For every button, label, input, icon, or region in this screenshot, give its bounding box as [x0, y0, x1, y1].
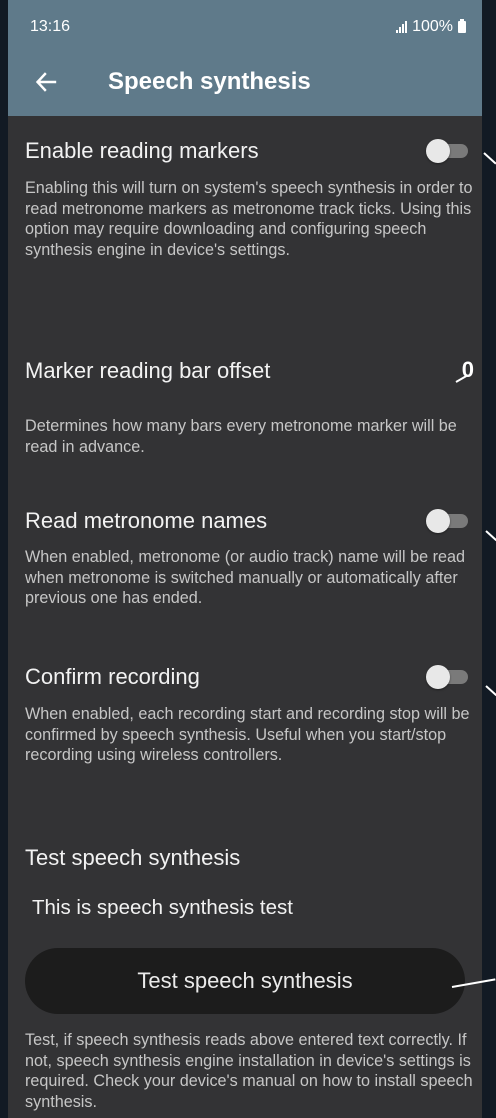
battery-percent: 100%: [412, 18, 453, 35]
battery-icon: [458, 19, 466, 33]
marker-reading-bar-offset-title: Marker reading bar offset: [25, 358, 271, 383]
arrow-left-icon: [35, 72, 57, 92]
status-time: 13:16: [30, 18, 71, 35]
settings-list: Enable reading markers Enabling this wil…: [8, 116, 482, 1118]
enable-reading-markers-description: Enabling this will turn on system's spee…: [25, 179, 473, 259]
confirm-recording-switch[interactable]: [426, 664, 472, 689]
read-metronome-names-description: When enabled, metronome (or audio track)…: [25, 548, 465, 607]
page-title: Speech synthesis: [108, 68, 311, 95]
speech-test-input[interactable]: [32, 896, 462, 920]
enable-reading-markers-title: Enable reading markers: [25, 138, 259, 163]
app-bar: Speech synthesis: [8, 48, 482, 116]
test-speech-synthesis-description: Test, if speech synthesis reads above en…: [25, 1031, 473, 1111]
signal-icon: [396, 21, 408, 33]
read-metronome-names-switch[interactable]: [426, 508, 472, 533]
enable-reading-markers-switch[interactable]: [426, 138, 472, 163]
back-button[interactable]: [26, 62, 66, 102]
app-screen: 13:16 100% Speech synthesis Enable readi…: [8, 0, 482, 1118]
test-speech-synthesis-button[interactable]: Test speech synthesis: [25, 948, 465, 1014]
test-speech-synthesis-title: Test speech synthesis: [25, 845, 241, 870]
edge-line: [483, 152, 496, 165]
confirm-recording-title: Confirm recording: [25, 664, 200, 689]
status-indicators: 100%: [396, 18, 466, 36]
marker-reading-bar-offset-description: Determines how many bars every metronome…: [25, 417, 457, 456]
confirm-recording-description: When enabled, each recording start and r…: [25, 705, 470, 764]
edge-line: [485, 685, 496, 697]
marker-reading-bar-offset-value[interactable]: 0: [462, 357, 474, 383]
status-bar: 13:16 100%: [8, 0, 482, 48]
edge-line: [485, 530, 496, 542]
read-metronome-names-title: Read metronome names: [25, 508, 268, 533]
